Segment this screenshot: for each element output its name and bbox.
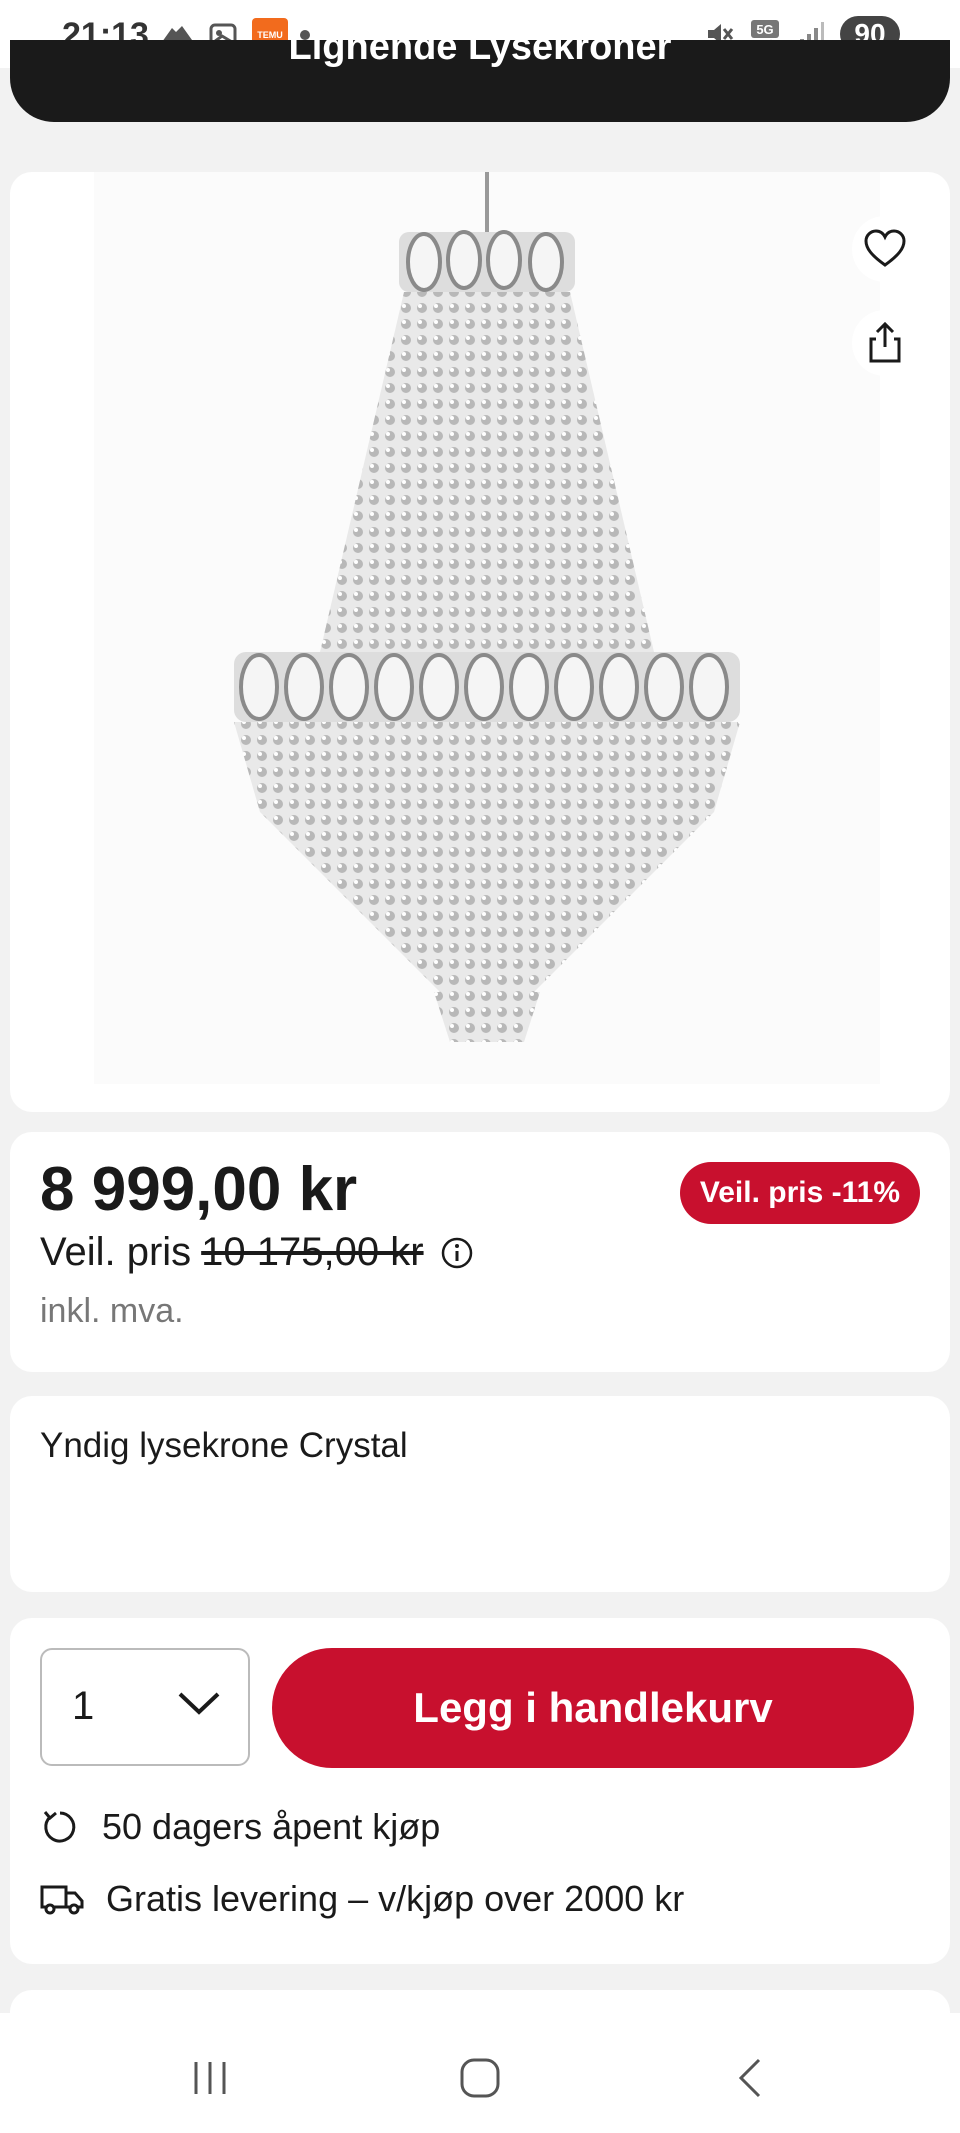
purchase-card: 1 Legg i handlekurv 50 dagers åpent kjøp… — [10, 1618, 950, 1964]
vat-note: inkl. mva. — [40, 1292, 184, 1330]
open-purchase-perk: 50 dagers åpent kjøp — [40, 1806, 440, 1848]
add-to-cart-button[interactable]: Legg i handlekurv — [272, 1648, 914, 1768]
chevron-down-icon — [176, 1688, 222, 1723]
product-title-card: Yndig lysekrone Crystal — [10, 1396, 950, 1592]
product-title: Yndig lysekrone Crystal — [40, 1426, 408, 1465]
free-delivery-label: Gratis levering – v/kjøp over 2000 kr — [106, 1878, 685, 1919]
similar-products-button[interactable]: Lignende Lysekroner — [10, 40, 950, 122]
similar-products-label: Lignende Lysekroner — [288, 40, 672, 68]
home-icon — [460, 2058, 500, 2098]
delivery-truck-icon — [40, 1885, 84, 1915]
reference-price-old: 10 175,00 kr — [201, 1230, 424, 1274]
more-notifications-dot — [300, 30, 310, 40]
reference-price-row: Veil. pris 10 175,00 kr — [40, 1230, 474, 1275]
share-icon — [869, 321, 901, 363]
free-delivery-perk: Gratis levering – v/kjøp over 2000 kr — [40, 1878, 684, 1920]
back-button[interactable] — [720, 2053, 780, 2103]
current-price: 8 999,00 kr — [40, 1155, 358, 1224]
favorite-button[interactable] — [852, 216, 918, 282]
product-image[interactable] — [94, 172, 880, 1084]
reference-price-label: Veil. pris — [40, 1230, 192, 1274]
discount-badge: Veil. pris -11% — [679, 1162, 920, 1224]
chandelier-image — [234, 172, 740, 1042]
svg-text:5G: 5G — [756, 22, 773, 37]
product-image-card — [10, 172, 950, 1112]
recent-apps-button[interactable] — [180, 2053, 240, 2103]
info-icon[interactable] — [440, 1236, 474, 1270]
back-icon — [738, 2058, 761, 2098]
recent-apps-icon — [194, 2062, 226, 2094]
return-icon — [43, 1811, 76, 1843]
home-button[interactable] — [450, 2053, 510, 2103]
share-button[interactable] — [852, 310, 918, 376]
price-card: 8 999,00 kr Veil. pris 10 175,00 kr inkl… — [10, 1132, 950, 1372]
heart-icon — [864, 229, 906, 267]
system-navigation-bar — [0, 2013, 960, 2133]
quantity-value: 1 — [72, 1684, 95, 1728]
open-purchase-label: 50 dagers åpent kjøp — [102, 1806, 441, 1847]
quantity-select[interactable]: 1 — [40, 1648, 250, 1766]
